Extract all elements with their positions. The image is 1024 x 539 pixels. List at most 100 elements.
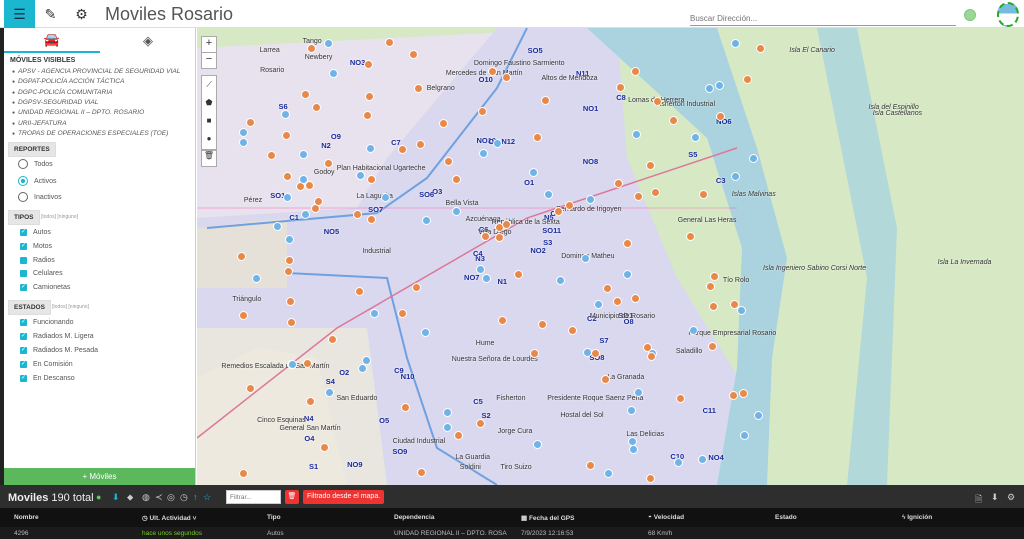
radio-activos[interactable]: Activos bbox=[18, 176, 57, 186]
zoom-out-button[interactable]: − bbox=[201, 52, 217, 69]
vehicle-marker[interactable] bbox=[603, 284, 612, 293]
vehicle-marker[interactable] bbox=[629, 445, 638, 454]
address-search-input[interactable] bbox=[690, 12, 956, 26]
radio-todos[interactable]: Todos bbox=[18, 159, 53, 169]
tipos-toggle-links[interactable]: [todos] [ninguno] bbox=[41, 214, 78, 220]
vehicle-marker[interactable] bbox=[653, 97, 662, 106]
vehicle-marker[interactable] bbox=[530, 349, 539, 358]
clock-icon[interactable]: ◷ bbox=[180, 492, 188, 503]
edit-button[interactable]: ✎ bbox=[35, 0, 66, 28]
draw-toolbar[interactable]: ⟋⬟■● bbox=[201, 75, 217, 150]
vehicle-marker[interactable] bbox=[709, 302, 718, 311]
vehicle-marker[interactable] bbox=[604, 469, 613, 478]
check-radiados-pesada[interactable]: ✓Radiados M. Pesada bbox=[20, 347, 98, 354]
tab-layers[interactable]: ◈ bbox=[100, 28, 196, 53]
gear-icon[interactable]: ⚙ bbox=[1007, 492, 1015, 503]
share-icon[interactable]: ≺ bbox=[155, 492, 163, 503]
check-funcionando[interactable]: ✓Funcionando bbox=[20, 319, 73, 326]
export-file-icon[interactable]: 🗎 bbox=[975, 492, 982, 508]
draw-line-icon[interactable]: ⟋ bbox=[202, 76, 216, 94]
vehicle-marker[interactable] bbox=[731, 39, 740, 48]
vehicle-marker[interactable] bbox=[493, 139, 502, 148]
target-icon[interactable]: ◎ bbox=[167, 492, 175, 503]
vehicle-marker[interactable] bbox=[586, 461, 595, 470]
vehicle-marker[interactable] bbox=[239, 469, 248, 478]
vehicle-marker[interactable] bbox=[285, 235, 294, 244]
draw-rectangle-icon[interactable]: ■ bbox=[202, 112, 216, 130]
col-dependencia[interactable]: Dependencia bbox=[394, 514, 434, 521]
vehicle-marker[interactable] bbox=[299, 175, 308, 184]
vehicle-marker[interactable] bbox=[481, 232, 490, 241]
visible-item[interactable]: UNIDAD REGIONAL II – DPTO. ROSARIO bbox=[12, 109, 144, 116]
vehicle-marker[interactable] bbox=[565, 201, 574, 210]
vehicle-marker[interactable] bbox=[699, 190, 708, 199]
vehicle-marker[interactable] bbox=[706, 282, 715, 291]
vehicle-marker[interactable] bbox=[716, 112, 725, 121]
vehicle-marker[interactable] bbox=[370, 309, 379, 318]
check-motos[interactable]: ✓Motos bbox=[20, 243, 52, 250]
vehicle-marker[interactable] bbox=[381, 193, 390, 202]
vehicle-marker[interactable] bbox=[643, 343, 652, 352]
vehicle-marker[interactable] bbox=[623, 239, 632, 248]
settings-button[interactable]: ⚙ bbox=[66, 0, 97, 28]
vehicle-marker[interactable] bbox=[412, 283, 421, 292]
vehicle-marker[interactable] bbox=[533, 133, 542, 142]
visible-item[interactable]: DGPAT-POLICÍA ACCIÓN TÁCTICA bbox=[12, 78, 124, 85]
vehicle-marker[interactable] bbox=[414, 84, 423, 93]
vehicle-marker[interactable] bbox=[353, 210, 362, 219]
download-icon[interactable]: ⬇ bbox=[991, 492, 999, 503]
check-radiados-ligera[interactable]: ✓Radiados M. Ligera bbox=[20, 333, 94, 340]
vehicle-marker[interactable] bbox=[307, 44, 316, 53]
vehicle-marker[interactable] bbox=[299, 150, 308, 159]
vehicle-marker[interactable] bbox=[314, 197, 323, 206]
vehicle-marker[interactable] bbox=[731, 172, 740, 181]
vehicle-marker[interactable] bbox=[729, 391, 738, 400]
car-filter-icon[interactable]: ● bbox=[96, 492, 101, 502]
col-nombre[interactable]: Nombre bbox=[14, 514, 39, 521]
vehicle-marker[interactable] bbox=[710, 272, 719, 281]
vehicle-marker[interactable] bbox=[398, 309, 407, 318]
vehicle-marker[interactable] bbox=[284, 267, 293, 276]
vehicle-marker[interactable] bbox=[328, 335, 337, 344]
vehicle-marker[interactable] bbox=[285, 256, 294, 265]
download-icon[interactable]: ⬇ bbox=[112, 492, 120, 503]
vehicle-marker[interactable] bbox=[329, 69, 338, 78]
check-en-comision[interactable]: ✓En Comisión bbox=[20, 361, 73, 368]
vehicle-marker[interactable] bbox=[502, 73, 511, 82]
vehicle-marker[interactable] bbox=[708, 342, 717, 351]
arrow-up-icon[interactable]: ↑ bbox=[193, 492, 198, 502]
globe-icon[interactable]: ◍ bbox=[142, 492, 150, 503]
table-row[interactable]: 4296 hace unos segundos Autos UNIDAD REG… bbox=[0, 527, 1024, 539]
draw-polygon-icon[interactable]: ⬟ bbox=[202, 94, 216, 112]
vehicle-marker[interactable] bbox=[355, 287, 364, 296]
vehicle-marker[interactable] bbox=[628, 437, 637, 446]
vehicle-marker[interactable] bbox=[452, 175, 461, 184]
vehicle-marker[interactable] bbox=[743, 75, 752, 84]
vehicle-marker[interactable] bbox=[529, 168, 538, 177]
vehicle-marker[interactable] bbox=[544, 190, 553, 199]
vehicle-marker[interactable] bbox=[282, 131, 291, 140]
vehicle-marker[interactable] bbox=[239, 138, 248, 147]
vehicle-marker[interactable] bbox=[365, 92, 374, 101]
vehicle-marker[interactable] bbox=[356, 171, 365, 180]
vehicle-marker[interactable] bbox=[498, 316, 507, 325]
col-actividad[interactable]: ◷ Ult. Actividad ˅ bbox=[142, 514, 196, 522]
tag-icon[interactable]: ⬥ bbox=[127, 492, 133, 503]
vehicle-marker[interactable] bbox=[715, 81, 724, 90]
visible-item[interactable]: TROPAS DE OPERACIONES ESPECIALES (TOE) bbox=[12, 130, 168, 137]
vehicle-marker[interactable] bbox=[631, 67, 640, 76]
radio-inactivos[interactable]: Inactivos bbox=[18, 192, 62, 202]
delete-drawing-button[interactable]: 🗑 bbox=[201, 150, 217, 167]
visible-item[interactable]: URII-JEFATURA bbox=[12, 120, 67, 127]
col-velocidad[interactable]: ◓ Velocidad bbox=[648, 514, 684, 521]
clear-filter-button[interactable]: 🗑 bbox=[285, 490, 299, 504]
vehicle-marker[interactable] bbox=[367, 175, 376, 184]
vehicle-marker[interactable] bbox=[443, 423, 452, 432]
vehicle-marker[interactable] bbox=[358, 364, 367, 373]
vehicle-marker[interactable] bbox=[320, 443, 329, 452]
vehicle-marker[interactable] bbox=[409, 50, 418, 59]
draw-circle-icon[interactable]: ● bbox=[202, 130, 216, 148]
col-estado[interactable]: Estado bbox=[775, 514, 797, 521]
map-filter-badge[interactable]: Filtrado desde el mapa. bbox=[303, 490, 384, 504]
visible-item[interactable]: APSV - AGENCIA PROVINCIAL DE SEGURIDAD V… bbox=[12, 68, 180, 75]
